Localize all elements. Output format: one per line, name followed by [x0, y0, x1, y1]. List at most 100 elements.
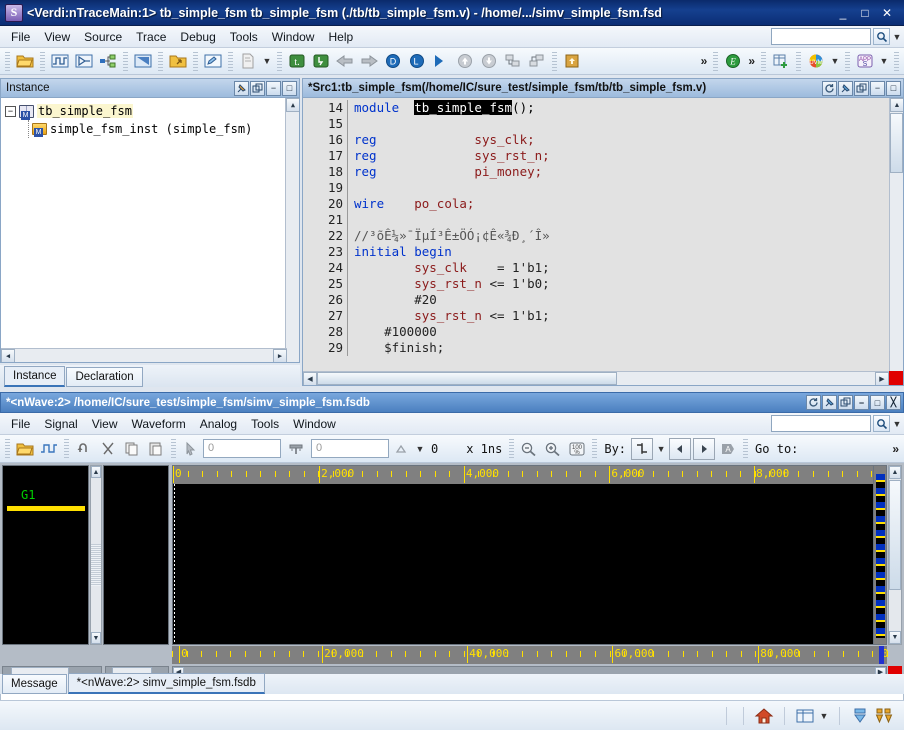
undock-icon[interactable] — [854, 81, 869, 96]
code-line[interactable]: 18reg pi_money; — [303, 164, 903, 180]
scroll-down-icon[interactable]: ▼ — [889, 631, 901, 644]
nwave-menu-view[interactable]: View — [85, 415, 125, 433]
refresh-icon[interactable] — [822, 81, 837, 96]
instance-tree-vscrollbar[interactable]: ▲ — [285, 98, 299, 362]
scroll-left-icon[interactable]: ◀ — [303, 372, 317, 386]
open-file-icon[interactable] — [14, 50, 36, 72]
search-icon[interactable] — [873, 415, 890, 432]
search-dropdown-icon[interactable]: ▼ — [890, 32, 904, 42]
tab-declaration[interactable]: Declaration — [66, 367, 142, 387]
menu-tools[interactable]: Tools — [223, 28, 265, 46]
instance-tree[interactable]: − M tb_simple_fsm M simple_fsm_inst (sim… — [0, 98, 300, 363]
toolbar-grip-3[interactable] — [123, 52, 128, 71]
toolbar-grip-12[interactable] — [845, 52, 850, 71]
undock-icon[interactable] — [250, 81, 265, 96]
minimize-panel-icon[interactable]: − — [266, 81, 281, 96]
document-dropdown-icon[interactable]: ▼ — [260, 56, 274, 66]
code-line[interactable]: 16reg sys_clk; — [303, 132, 903, 148]
archive-icon[interactable] — [561, 50, 583, 72]
source-code-area[interactable]: 14module tb_simple_fsm();1516reg sys_clk… — [302, 98, 904, 386]
close-panel-icon[interactable]: ╳ — [886, 395, 901, 410]
move-up-icon[interactable] — [454, 50, 476, 72]
undo-icon[interactable] — [73, 438, 95, 460]
minimize-panel-icon[interactable]: − — [854, 395, 869, 410]
toolbar-grip-7[interactable] — [277, 52, 282, 71]
toolbar-grip-10[interactable] — [761, 52, 766, 71]
code-line[interactable]: 19 — [303, 180, 903, 196]
toolbar-grip-5[interactable] — [193, 52, 198, 71]
toolbar-grip-2[interactable] — [40, 52, 45, 71]
load-icon[interactable]: L — [406, 50, 428, 72]
expander-icon[interactable]: − — [5, 106, 16, 117]
waveform-icon[interactable] — [49, 50, 71, 72]
scroll-left-icon[interactable]: ◀ — [1, 349, 15, 363]
download-single-icon[interactable] — [849, 705, 871, 727]
apps-dropdown-icon[interactable]: ▼ — [877, 56, 891, 66]
time-cursor[interactable] — [174, 484, 175, 644]
code-line[interactable]: 17reg sys_rst_n; — [303, 148, 903, 164]
timeline-ruler-bottom[interactable]: 020,00040,00060,00080,0000 — [172, 646, 887, 664]
nwave-toolbar-grip-6[interactable] — [743, 439, 748, 458]
emulation-icon[interactable]: E — [722, 50, 744, 72]
maximize-panel-icon[interactable]: □ — [282, 81, 297, 96]
code-line[interactable]: 21 — [303, 212, 903, 228]
menu-window[interactable]: Window — [265, 28, 322, 46]
code-line[interactable]: 14module tb_simple_fsm(); — [303, 100, 903, 116]
uvm-dropdown-icon[interactable]: ▼ — [828, 56, 842, 66]
cut-icon[interactable] — [97, 438, 119, 460]
back-arrow-icon[interactable] — [334, 50, 356, 72]
code-line[interactable]: 15 — [303, 116, 903, 132]
next-icon[interactable] — [430, 50, 452, 72]
document-icon[interactable] — [237, 50, 259, 72]
menu-debug[interactable]: Debug — [173, 28, 222, 46]
nwave-toolbar-grip-2[interactable] — [64, 439, 69, 458]
nwave-search-input[interactable] — [771, 415, 871, 432]
zoom-fit-icon[interactable]: 100% — [566, 438, 588, 460]
nwave-menu-waveform[interactable]: Waveform — [125, 415, 193, 433]
code-line[interactable]: 28 #100000 — [303, 324, 903, 340]
search-icon[interactable] — [873, 28, 890, 45]
forward-arrow-icon[interactable] — [358, 50, 380, 72]
code-line[interactable]: 24 sys_clk = 1'b1; — [303, 260, 903, 276]
cursor-time-input[interactable]: 0 — [203, 439, 281, 458]
cursor-arrow-icon[interactable] — [180, 438, 202, 460]
timeline-ruler-top[interactable]: 02,0004,0006,0008,0001 — [173, 466, 886, 484]
marker-icon[interactable] — [285, 438, 307, 460]
source-view-icon[interactable] — [132, 50, 154, 72]
tab-message[interactable]: Message — [2, 674, 67, 694]
schematic-icon[interactable] — [73, 50, 95, 72]
waveform-vscrollbar[interactable]: ▲ ▼ — [888, 465, 902, 645]
code-line[interactable]: 27 sys_rst_n <= 1'b1; — [303, 308, 903, 324]
toolbar-grip-8[interactable] — [552, 52, 557, 71]
toolbar-grip-6[interactable] — [228, 52, 233, 71]
spin-up-icon[interactable] — [390, 438, 412, 460]
toolbar-grip-9[interactable] — [713, 52, 718, 71]
nwave-menu-analog[interactable]: Analog — [193, 415, 244, 433]
code-line[interactable]: 25 sys_rst_n <= 1'b0; — [303, 276, 903, 292]
layout-dropdown-icon[interactable]: ▼ — [817, 711, 831, 721]
pin-icon[interactable] — [822, 395, 837, 410]
tab-instance[interactable]: Instance — [4, 366, 65, 387]
scroll-up-icon[interactable]: ▲ — [91, 466, 101, 478]
layout-panels-icon[interactable] — [794, 705, 816, 727]
tab-nwave-fsdb[interactable]: *<nWave:2> simv_simple_fsm.fsdb — [68, 673, 265, 694]
minimize-button[interactable]: _ — [836, 6, 850, 20]
group-label-g1[interactable]: G1 — [21, 488, 35, 502]
paste-icon[interactable] — [145, 438, 167, 460]
global-search-input[interactable] — [771, 28, 871, 45]
toolbar-grip[interactable] — [5, 52, 10, 71]
group-move-icon[interactable] — [526, 50, 548, 72]
minimize-panel-icon[interactable]: − — [870, 81, 885, 96]
refresh-icon[interactable] — [806, 395, 821, 410]
nwave-menu-signal[interactable]: Signal — [37, 415, 84, 433]
scroll-up-icon[interactable]: ▲ — [889, 466, 901, 479]
pin-icon[interactable] — [234, 81, 249, 96]
pin-icon[interactable] — [838, 81, 853, 96]
download-all-icon[interactable] — [873, 705, 895, 727]
add-signal-icon[interactable] — [38, 438, 60, 460]
edit-pencil-icon[interactable] — [202, 50, 224, 72]
zoom-in-icon[interactable] — [542, 438, 564, 460]
home-icon[interactable] — [753, 705, 775, 727]
uvm-icon[interactable]: UVM — [805, 50, 827, 72]
edge-dropdown-icon[interactable]: ▼ — [654, 444, 668, 454]
